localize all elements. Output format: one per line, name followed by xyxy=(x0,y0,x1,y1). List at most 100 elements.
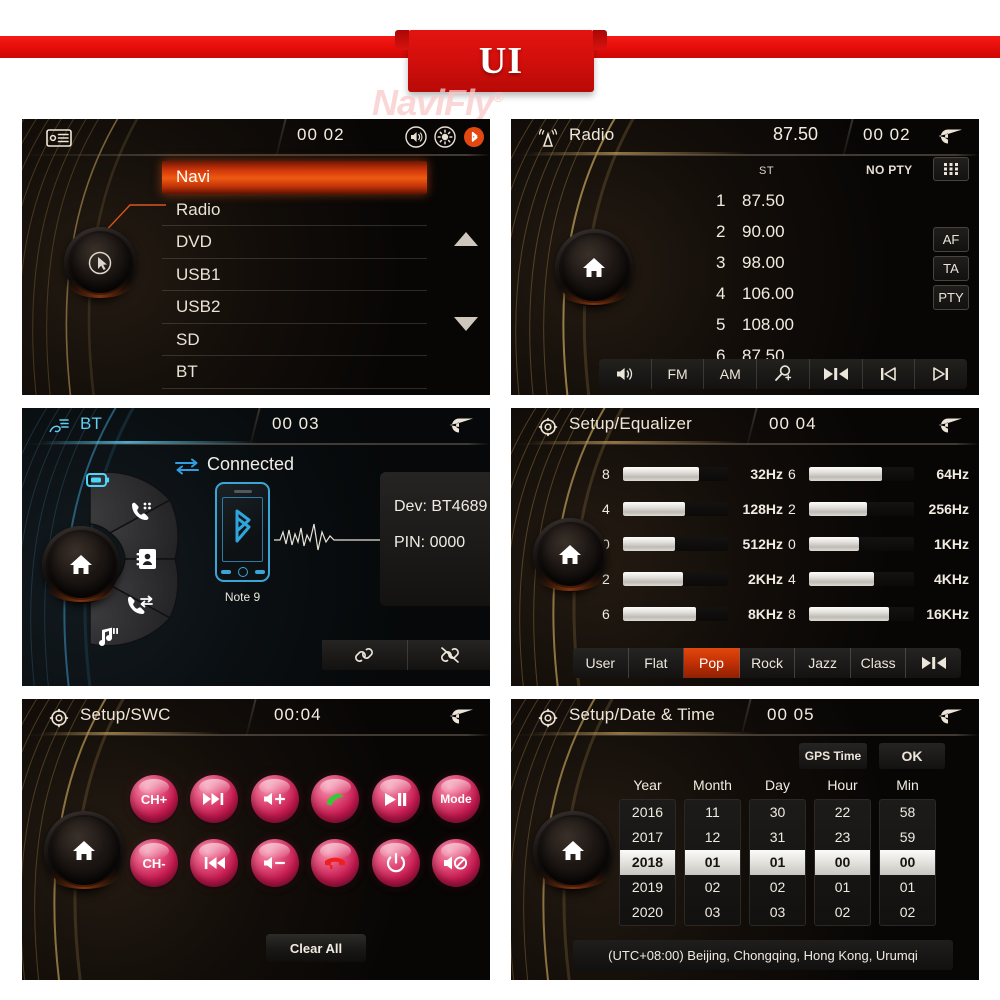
brightness-icon[interactable] xyxy=(434,126,456,148)
preset-class[interactable]: Class xyxy=(851,648,907,678)
swc-ch-down-button[interactable]: CH- xyxy=(130,839,178,887)
picker-options[interactable]: 11 12 01 02 03 xyxy=(684,799,741,926)
home-knob-eq[interactable] xyxy=(533,518,607,592)
preset-rock[interactable]: Rock xyxy=(740,648,796,678)
home-knob-radio[interactable] xyxy=(555,229,633,307)
picker-option-selected[interactable]: 00 xyxy=(880,850,935,875)
chevron-down-icon[interactable] xyxy=(452,314,480,334)
picker-option[interactable]: 2016 xyxy=(620,800,675,825)
swc-ch-up-button[interactable]: CH+ xyxy=(130,775,178,823)
ok-button[interactable]: OK xyxy=(879,743,945,769)
eq-slider-256hz[interactable] xyxy=(808,501,915,516)
picker-option[interactable]: 31 xyxy=(750,825,805,850)
swc-prev-track-button[interactable] xyxy=(190,839,239,887)
volume-icon[interactable] xyxy=(405,126,427,148)
eq-slider-2khz[interactable] xyxy=(622,571,729,586)
picker-option[interactable]: 02 xyxy=(880,900,935,925)
home-knob-swc[interactable] xyxy=(44,811,124,891)
next-button[interactable] xyxy=(915,359,967,389)
picker-option[interactable]: 02 xyxy=(815,900,870,925)
preset-row[interactable]: 1 87.50 xyxy=(716,185,794,216)
eq-slider-512hz[interactable] xyxy=(622,536,729,551)
picker-option-selected[interactable]: 00 xyxy=(815,850,870,875)
picker-option[interactable]: 30 xyxy=(750,800,805,825)
eq-slider-16khz[interactable] xyxy=(808,606,915,621)
swc-volume-down-button[interactable] xyxy=(250,839,299,887)
am-button[interactable]: AM xyxy=(704,359,758,389)
volume-button[interactable] xyxy=(599,359,652,389)
picker-option[interactable]: 03 xyxy=(685,900,740,925)
fm-button[interactable]: FM xyxy=(652,359,705,389)
back-arrow-icon[interactable] xyxy=(937,415,963,435)
picker-option[interactable]: 23 xyxy=(815,825,870,850)
source-item-radio[interactable]: Radio xyxy=(162,194,427,226)
timezone-bar[interactable]: (UTC+08:00) Beijing, Chongqing, Hong Kon… xyxy=(573,940,953,970)
unlink-button[interactable] xyxy=(407,640,490,670)
battery-icon[interactable] xyxy=(85,471,111,489)
picker-option-selected[interactable]: 01 xyxy=(685,850,740,875)
ta-button[interactable]: TA xyxy=(933,256,969,281)
source-item-navi[interactable]: Navi xyxy=(162,161,427,194)
eq-slider-32hz[interactable] xyxy=(622,466,729,481)
picker-option[interactable]: 59 xyxy=(880,825,935,850)
picker-option[interactable]: 12 xyxy=(685,825,740,850)
source-item-sd[interactable]: SD xyxy=(162,324,427,356)
preset-row[interactable]: 5 108.00 xyxy=(716,309,794,340)
swc-mode-button[interactable]: Mode xyxy=(431,775,480,823)
swc-next-track-button[interactable] xyxy=(190,775,239,823)
preset-row[interactable]: 4 106.00 xyxy=(716,278,794,309)
source-item-usb2[interactable]: USB2 xyxy=(162,291,427,324)
af-button[interactable]: AF xyxy=(933,227,969,252)
eq-slider-128hz[interactable] xyxy=(622,501,729,516)
swc-mute-button[interactable] xyxy=(431,839,480,887)
picker-option[interactable]: 02 xyxy=(685,875,740,900)
picker-options[interactable]: 58 59 00 01 02 xyxy=(879,799,936,926)
home-knob-datetime[interactable] xyxy=(533,811,613,891)
picker-option-selected[interactable]: 01 xyxy=(750,850,805,875)
picker-option[interactable]: 22 xyxy=(815,800,870,825)
picker-option[interactable]: 2020 xyxy=(620,900,675,925)
picker-options[interactable]: 2016 2017 2018 2019 2020 xyxy=(619,799,676,926)
scan-search-button[interactable] xyxy=(757,359,810,389)
home-knob-bt[interactable] xyxy=(42,526,120,604)
picker-option-selected[interactable]: 2018 xyxy=(620,850,675,875)
picker-option[interactable]: 58 xyxy=(880,800,935,825)
dialpad-phone-icon[interactable] xyxy=(129,501,155,525)
preset-row[interactable]: 3 98.00 xyxy=(716,247,794,278)
picker-option[interactable]: 01 xyxy=(815,875,870,900)
preset-jazz[interactable]: Jazz xyxy=(795,648,851,678)
previous-button[interactable] xyxy=(863,359,916,389)
preset-user[interactable]: User xyxy=(573,648,629,678)
picker-option[interactable]: 01 xyxy=(880,875,935,900)
link-button[interactable] xyxy=(322,640,408,670)
swc-call-answer-button[interactable] xyxy=(311,775,360,823)
contacts-icon[interactable] xyxy=(135,547,159,571)
clear-all-button[interactable]: Clear All xyxy=(266,934,366,962)
swc-call-end-button[interactable] xyxy=(311,839,360,887)
seek-both-button[interactable] xyxy=(810,359,863,389)
eq-slider-8khz[interactable] xyxy=(622,606,729,621)
picker-option[interactable]: 02 xyxy=(750,875,805,900)
source-item-bt[interactable]: BT xyxy=(162,356,427,389)
pty-button[interactable]: PTY xyxy=(933,285,969,310)
picker-option[interactable]: 11 xyxy=(685,800,740,825)
grid-view-button[interactable] xyxy=(933,157,969,181)
gps-time-button[interactable]: GPS Time xyxy=(799,743,867,769)
home-knob-navi[interactable] xyxy=(64,227,136,299)
music-icon[interactable] xyxy=(96,625,122,649)
call-log-icon[interactable] xyxy=(126,594,154,616)
picker-options[interactable]: 22 23 00 01 02 xyxy=(814,799,871,926)
back-arrow-icon[interactable] xyxy=(448,706,474,726)
source-item-dvd[interactable]: DVD xyxy=(162,226,427,259)
picker-option[interactable]: 2017 xyxy=(620,825,675,850)
back-arrow-icon[interactable] xyxy=(448,415,474,435)
preset-seek-button[interactable] xyxy=(906,648,961,678)
preset-row[interactable]: 2 90.00 xyxy=(716,216,794,247)
back-arrow-icon[interactable] xyxy=(937,706,963,726)
swc-play-pause-button[interactable] xyxy=(371,775,420,823)
back-arrow-icon[interactable] xyxy=(937,126,963,146)
source-item-usb1[interactable]: USB1 xyxy=(162,259,427,291)
bluetooth-icon[interactable] xyxy=(463,126,485,148)
picker-option[interactable]: 03 xyxy=(750,900,805,925)
picker-options[interactable]: 30 31 01 02 03 xyxy=(749,799,806,926)
